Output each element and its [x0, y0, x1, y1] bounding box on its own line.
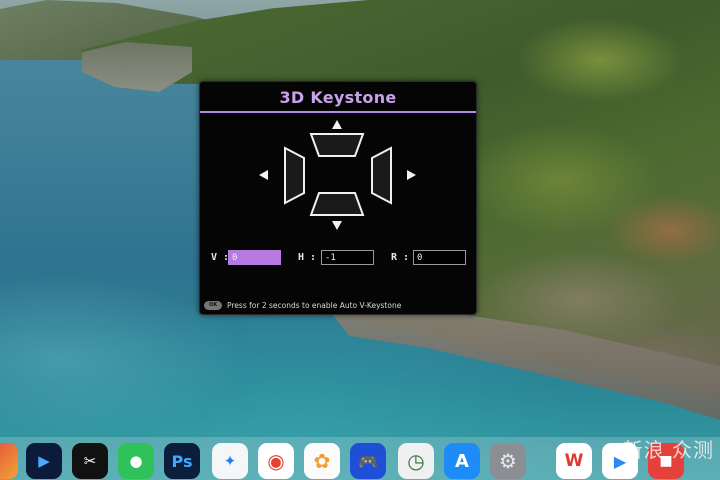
keystone-osd-panel: 3D Keystone V : 0 H : -1 R : 0 OK Press …: [199, 81, 477, 315]
keystone-top-panel[interactable]: [309, 133, 365, 157]
game-controller-icon[interactable]: 🎮: [350, 443, 386, 479]
wechat-icon[interactable]: ●: [118, 443, 154, 479]
arrow-up-icon[interactable]: [332, 120, 342, 129]
app-store-icon[interactable]: A: [444, 443, 480, 479]
ok-button-icon: OK: [204, 300, 222, 310]
arrow-right-icon[interactable]: [407, 170, 416, 180]
wps-icon[interactable]: W: [556, 443, 592, 479]
chrome-icon[interactable]: ◉: [258, 443, 294, 479]
app-icon-partial[interactable]: [0, 443, 18, 479]
safari-icon[interactable]: ✦: [212, 443, 248, 479]
r-label: R :: [391, 252, 410, 263]
osd-title: 3D Keystone: [279, 87, 397, 107]
auto-keystone-hint: OK Press for 2 seconds to enable Auto V-…: [204, 299, 401, 311]
keystone-bottom-panel[interactable]: [309, 192, 365, 216]
dock: ▶ ✂ ● Ps ✦ ◉ ✿ 🎮 ◷ A ⚙ W ▶ ■: [0, 437, 720, 480]
photos-icon[interactable]: ✿: [304, 443, 340, 479]
h-value-field[interactable]: -1: [321, 250, 374, 265]
clock-icon[interactable]: ◷: [398, 443, 434, 479]
capcut-icon[interactable]: ✂: [72, 443, 108, 479]
infuse-icon[interactable]: ▶: [26, 443, 62, 479]
v-label: V :: [211, 252, 230, 263]
keystone-diagram: [259, 120, 416, 230]
title-divider: [200, 111, 476, 113]
keystone-left-panel[interactable]: [284, 146, 305, 205]
photoshop-icon[interactable]: Ps: [164, 443, 200, 479]
keystone-fields: V : 0 H : -1 R : 0: [200, 248, 476, 270]
v-value-field[interactable]: 0: [228, 250, 281, 265]
h-label: H :: [298, 252, 317, 263]
arrow-left-icon[interactable]: [259, 170, 268, 180]
arrow-down-icon[interactable]: [332, 221, 342, 230]
r-value-field[interactable]: 0: [413, 250, 466, 265]
system-settings-icon[interactable]: ⚙: [490, 443, 526, 479]
watermark-logo: 新浪 众测: [622, 438, 714, 462]
keystone-right-panel[interactable]: [371, 146, 392, 205]
hint-text: Press for 2 seconds to enable Auto V-Key…: [227, 300, 402, 310]
